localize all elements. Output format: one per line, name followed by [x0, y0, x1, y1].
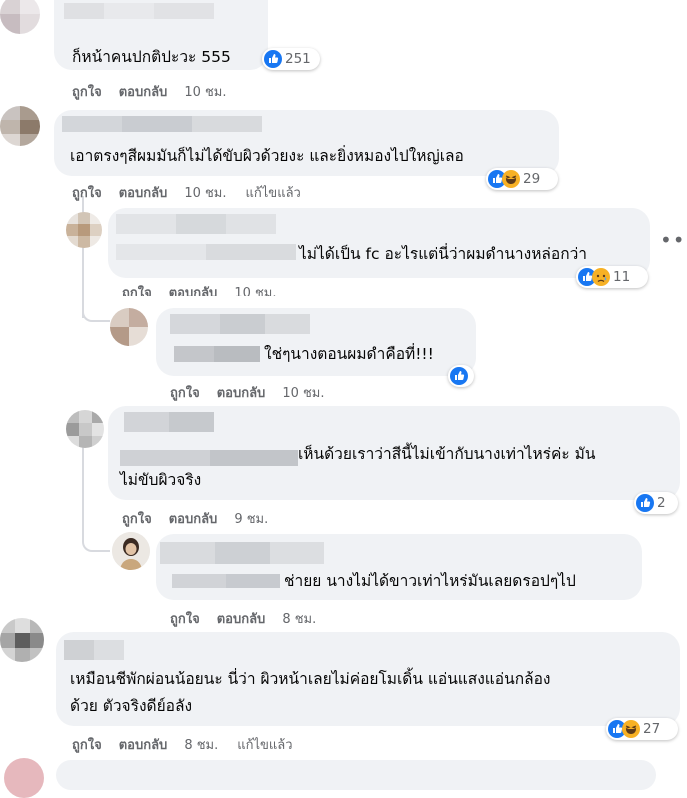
- blurred-username: [160, 542, 324, 564]
- reaction-summary[interactable]: [448, 365, 474, 387]
- comment-text: ใช่ๆนางตอนผมดำคือที่!!!: [264, 345, 434, 363]
- comment-actions: ถูกใจ ตอบกลับ 10 ชม. แก้ไขแล้ว: [72, 182, 318, 203]
- haha-icon: [502, 170, 520, 188]
- timestamp[interactable]: 8 ชม.: [184, 734, 218, 755]
- reply-link[interactable]: ตอบกลับ: [119, 81, 168, 102]
- avatar[interactable]: [4, 758, 44, 798]
- blurred-username: [174, 346, 260, 362]
- comment-actions: ถูกใจ ตอบกลับ 10 ชม.: [122, 282, 294, 296]
- reply-link[interactable]: ตอบกลับ: [217, 382, 266, 403]
- like-link[interactable]: ถูกใจ: [72, 734, 102, 755]
- comment-actions: ถูกใจ ตอบกลับ 9 ชม.: [122, 508, 285, 529]
- avatar[interactable]: [0, 618, 44, 662]
- comment-actions: ถูกใจ ตอบกลับ 8 ชม. แก้ไขแล้ว: [72, 734, 310, 755]
- like-link[interactable]: ถูกใจ: [170, 382, 200, 403]
- blurred-username: [120, 450, 298, 466]
- blurred-username: [116, 214, 276, 234]
- blurred-username: [62, 116, 262, 132]
- timestamp[interactable]: 10 ชม.: [282, 382, 324, 403]
- avatar[interactable]: [66, 410, 104, 448]
- reply-link[interactable]: ตอบกลับ: [119, 182, 168, 203]
- reply-link[interactable]: ตอบกลับ: [217, 608, 266, 629]
- like-link[interactable]: ถูกใจ: [122, 282, 152, 296]
- avatar[interactable]: [0, 106, 40, 146]
- reply-link[interactable]: ตอบกลับ: [169, 282, 218, 296]
- blurred-username: [172, 574, 280, 588]
- avatar[interactable]: [110, 308, 148, 346]
- comment-text: ด้วย ตัวจริงดีย์อลัง: [70, 697, 193, 715]
- haha-icon: [622, 720, 640, 738]
- timestamp[interactable]: 10 ชม.: [234, 282, 276, 296]
- blurred-username: [124, 412, 214, 432]
- more-horizontal-icon[interactable]: •••: [660, 228, 687, 252]
- like-link[interactable]: ถูกใจ: [72, 81, 102, 102]
- reaction-count: 251: [285, 51, 311, 67]
- reaction-count: 11: [613, 269, 631, 285]
- reaction-summary[interactable]: 251: [262, 48, 320, 70]
- reaction-summary[interactable]: 29: [486, 168, 558, 190]
- reaction-count: 2: [657, 495, 666, 511]
- reply-link[interactable]: ตอบกลับ: [119, 734, 168, 755]
- edited-label: แก้ไขแล้ว: [237, 738, 293, 753]
- sad-icon: [592, 268, 610, 286]
- blurred-username: [116, 244, 296, 260]
- comment-text: ช่ายย นางไม่ได้ขาวเท่าไหร่มันเลยดรอปๆไป: [284, 572, 576, 590]
- like-link[interactable]: ถูกใจ: [72, 182, 102, 203]
- timestamp[interactable]: 10 ชม.: [184, 182, 226, 203]
- like-icon: [264, 50, 282, 68]
- reaction-summary[interactable]: 11: [576, 266, 648, 288]
- timestamp[interactable]: 9 ชม.: [234, 508, 268, 529]
- comment-text: เหมือนชีพักผ่อนน้อยนะ นี่ว่า ผิวหน้าเลยไ…: [70, 670, 551, 688]
- blurred-username: [170, 314, 310, 334]
- comment-actions: ถูกใจ ตอบกลับ 10 ชม.: [170, 382, 342, 403]
- comment-text: ก็หน้าคนปกติปะวะ 555: [72, 48, 231, 66]
- blurred-username: [64, 3, 214, 19]
- avatar[interactable]: [0, 0, 40, 34]
- comment-text: ไม่ได้เป็น fc อะไรแต่นี่ว่าผมดำนางหล่อกว…: [299, 245, 588, 263]
- reply-link[interactable]: ตอบกลับ: [169, 508, 218, 529]
- avatar[interactable]: [66, 212, 102, 248]
- blurred-username: [64, 640, 124, 660]
- like-link[interactable]: ถูกใจ: [122, 508, 152, 529]
- thread-connector: [82, 520, 110, 552]
- avatar-image: [112, 532, 150, 570]
- comment-actions: ถูกใจ ตอบกลับ 10 ชม.: [72, 81, 244, 102]
- reaction-count: 27: [643, 721, 661, 737]
- timestamp[interactable]: 8 ชม.: [282, 608, 316, 629]
- comment-text: เอาตรงๆสีผมมันก็ไม่ได้ขับผิวด้วยงะ และยิ…: [70, 147, 464, 165]
- comment-text: เห็นด้วยเราว่าสีนี้ไม่เข้ากับนางเท่าไหร่…: [298, 445, 596, 463]
- reaction-summary[interactable]: 27: [606, 718, 678, 740]
- like-link[interactable]: ถูกใจ: [170, 608, 200, 629]
- thread-connector: [82, 296, 110, 322]
- reaction-count: 29: [523, 171, 541, 187]
- comment-bubble: [56, 760, 656, 790]
- comment-text: ไม่ขับผิวจริง: [120, 471, 202, 489]
- edited-label: แก้ไขแล้ว: [245, 186, 301, 201]
- avatar[interactable]: [112, 532, 150, 570]
- reaction-summary[interactable]: 2: [634, 492, 678, 514]
- like-icon: [636, 494, 654, 512]
- comment-actions: ถูกใจ ตอบกลับ 8 ชม.: [170, 608, 333, 629]
- timestamp[interactable]: 10 ชม.: [184, 81, 226, 102]
- like-icon: [450, 367, 468, 385]
